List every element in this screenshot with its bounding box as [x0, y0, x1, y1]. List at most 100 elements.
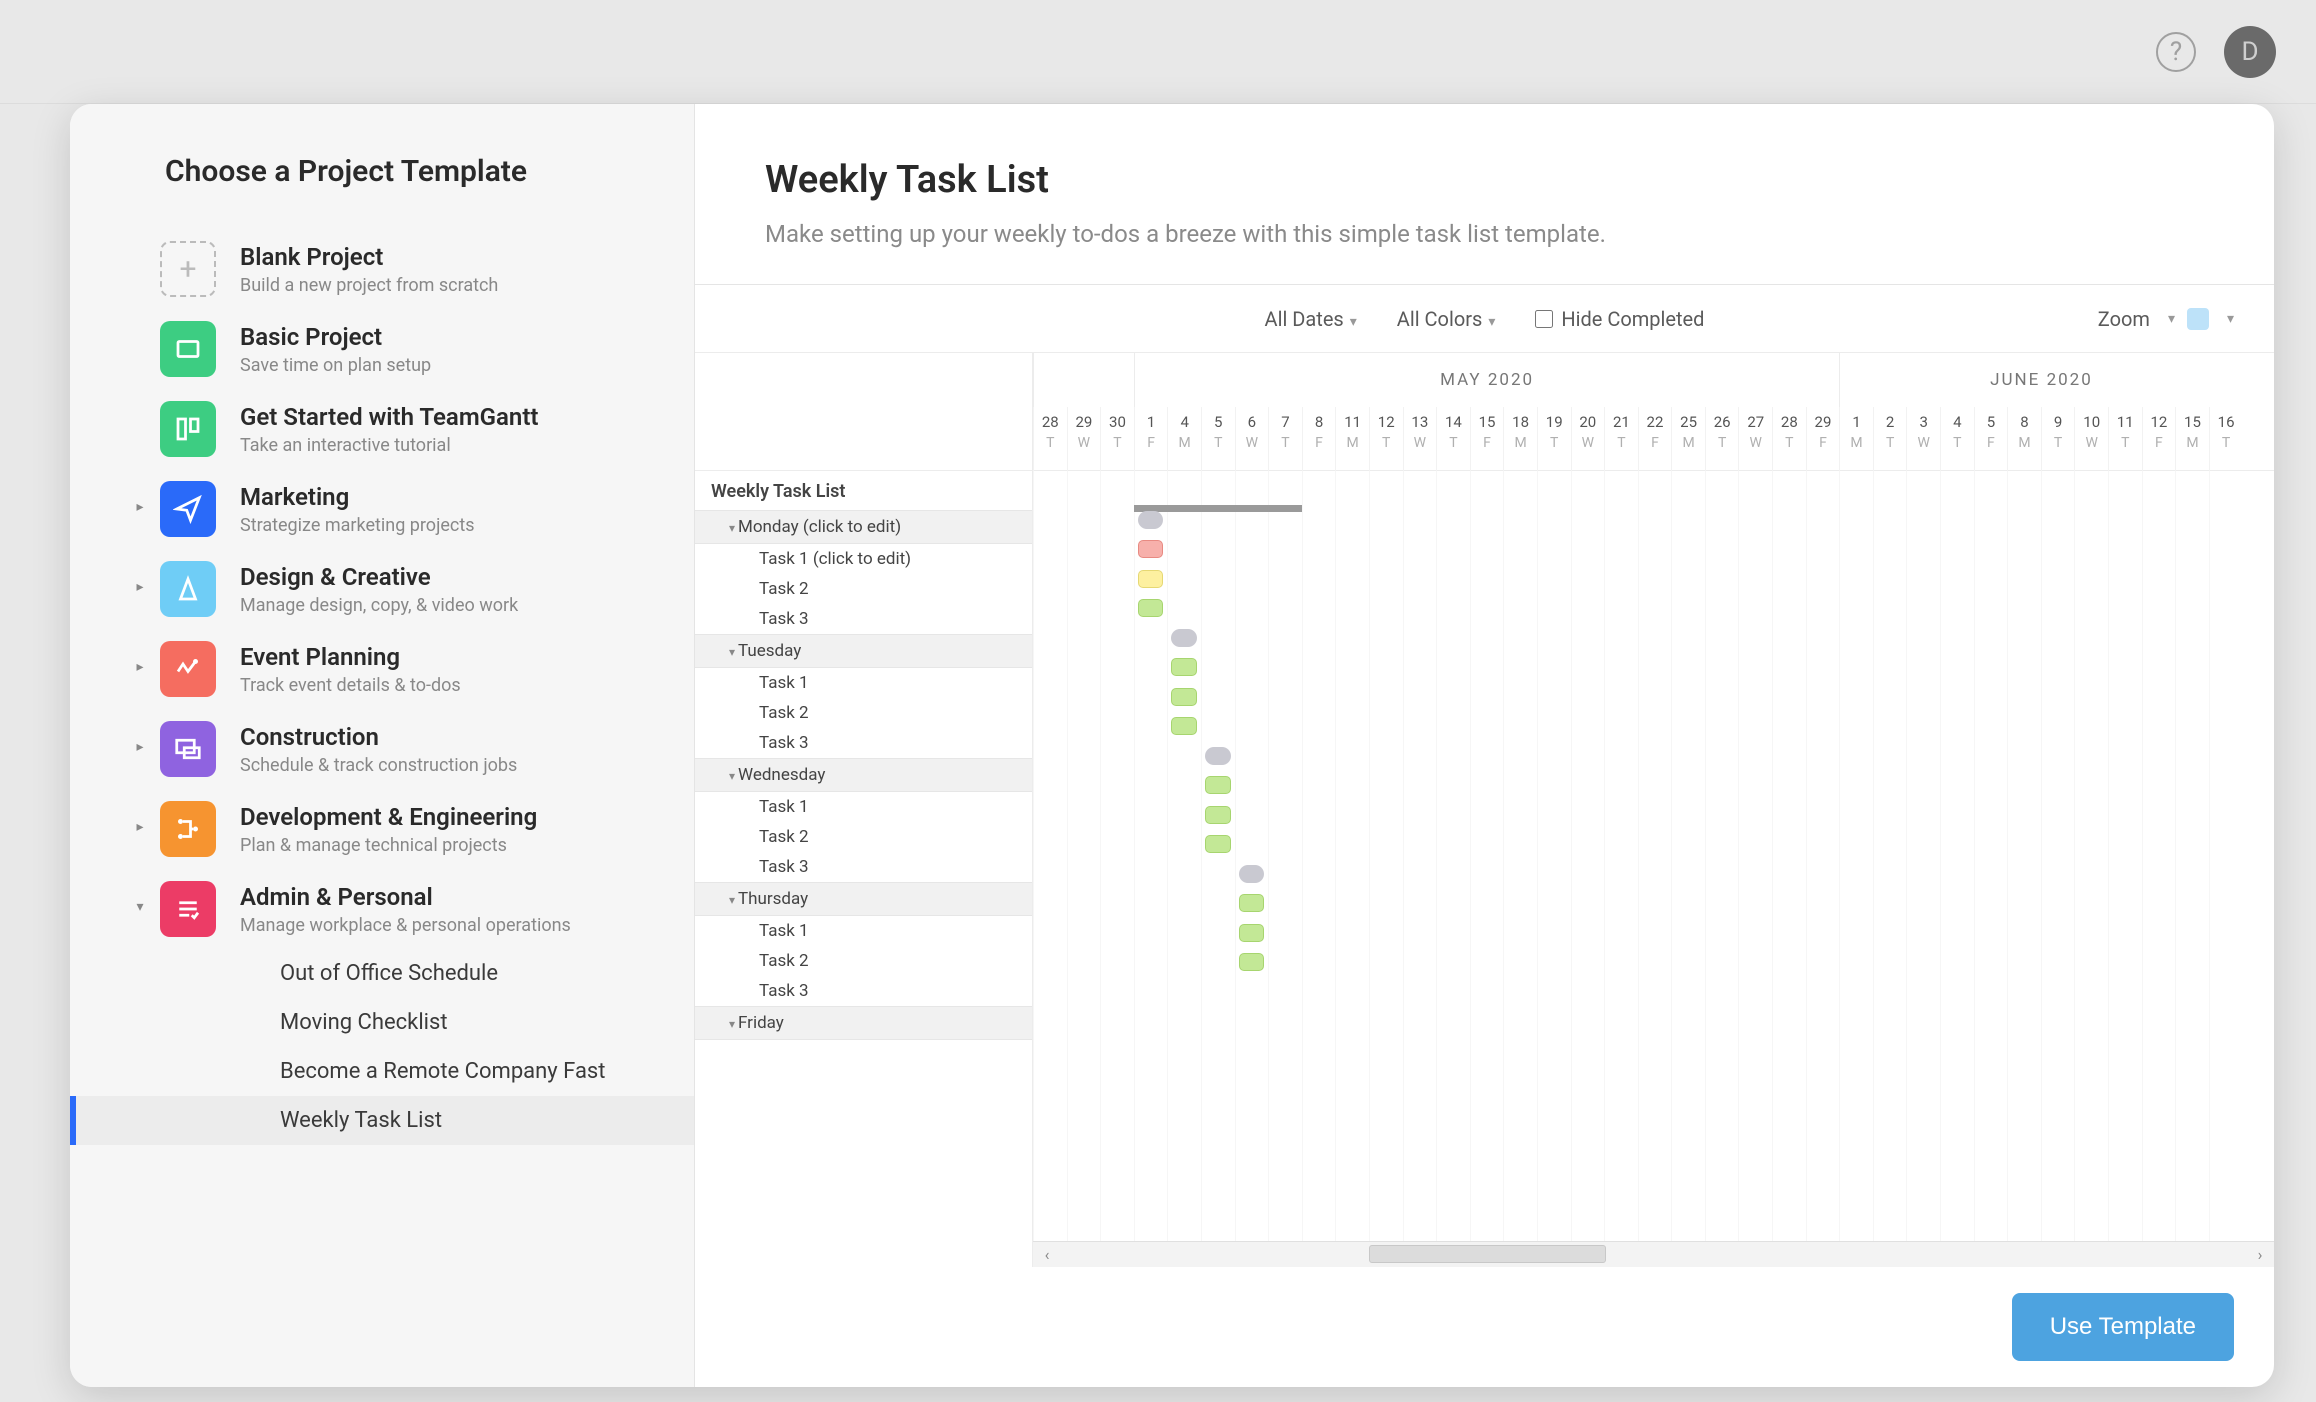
timeline-date: 25M [1671, 407, 1705, 471]
hide-completed-checkbox[interactable] [1535, 310, 1553, 328]
filter-all-colors[interactable]: All Colors▾ [1397, 307, 1496, 331]
gantt-task[interactable]: Task 1 (click to edit) [695, 544, 1032, 574]
gantt-task[interactable]: Task 2 [695, 574, 1032, 604]
timeline-date: 30T [1100, 407, 1134, 471]
scrollbar-thumb[interactable] [1369, 1245, 1606, 1263]
sidebar-category[interactable]: ▸Design & CreativeManage design, copy, &… [70, 549, 694, 629]
timeline-date: 14T [1436, 407, 1470, 471]
chevron-down-icon: ▾ [2227, 311, 2234, 327]
gantt-task[interactable]: Task 3 [695, 976, 1032, 1006]
category-desc: Save time on plan setup [240, 355, 431, 376]
template-description: Make setting up your weekly to-dos a bre… [765, 220, 2204, 248]
sidebar-category[interactable]: ▾Admin & PersonalManage workplace & pers… [70, 869, 694, 949]
category-name: Get Started with TeamGantt [240, 403, 538, 431]
topbar: ? D [0, 0, 2316, 104]
timeline-date: 29W [1067, 407, 1101, 471]
gantt-bar[interactable] [1205, 835, 1231, 853]
expand-icon: ▾ [120, 881, 160, 915]
timeline-date: 13W [1403, 407, 1437, 471]
sidebar-subitem[interactable]: Become a Remote Company Fast [70, 1047, 694, 1096]
category-name: Admin & Personal [240, 883, 571, 911]
gantt-group[interactable]: Friday [695, 1006, 1032, 1040]
timeline-date: 20W [1571, 407, 1605, 471]
timeline-date: 5T [1201, 407, 1235, 471]
horizontal-scrollbar[interactable]: ‹ › [1033, 1241, 2274, 1267]
sidebar-category[interactable]: ▸Development & EngineeringPlan & manage … [70, 789, 694, 869]
timeline-date: 11M [1335, 407, 1369, 471]
gantt-task[interactable]: Task 2 [695, 946, 1032, 976]
gantt-bar[interactable] [1171, 658, 1197, 676]
category-icon [160, 641, 216, 697]
template-modal: Choose a Project Template +Blank Project… [70, 104, 2274, 1387]
timeline-date: 1M [1839, 407, 1873, 471]
main-header: Weekly Task List Make setting up your we… [695, 104, 2274, 284]
gantt-task[interactable]: Task 3 [695, 728, 1032, 758]
gantt-bar[interactable] [1239, 953, 1265, 971]
scroll-left-icon[interactable]: ‹ [1033, 1245, 1061, 1264]
timeline-date: 3W [1906, 407, 1940, 471]
timeline-date: 8M [2007, 407, 2041, 471]
timeline-date: 15F [1470, 407, 1504, 471]
gantt-bar[interactable] [1239, 894, 1265, 912]
timeline-date: 19T [1537, 407, 1571, 471]
gantt-bar[interactable] [1138, 540, 1164, 558]
sidebar-subitem[interactable]: Weekly Task List [70, 1096, 694, 1145]
timeline-date: 26T [1705, 407, 1739, 471]
gantt-timeline: MAY 2020JUNE 2020 28T29W30T1F4M5T6W7T8F1… [1033, 353, 2274, 1267]
gantt-group[interactable]: Tuesday [695, 634, 1032, 668]
category-desc: Plan & manage technical projects [240, 835, 537, 856]
zoom-control[interactable]: Zoom▾ ▾ [2098, 307, 2234, 331]
timeline-date: 27W [1738, 407, 1772, 471]
gantt-bar[interactable] [1138, 599, 1164, 617]
scroll-right-icon[interactable]: › [2246, 1245, 2274, 1264]
gantt-bar[interactable] [1171, 629, 1197, 647]
gantt-chart: Weekly Task ListMonday (click to edit)Ta… [695, 353, 2274, 1267]
help-icon[interactable]: ? [2156, 32, 2196, 72]
gantt-task[interactable]: Task 1 [695, 668, 1032, 698]
category-name: Event Planning [240, 643, 461, 671]
gantt-group[interactable]: Monday (click to edit) [695, 510, 1032, 544]
category-desc: Build a new project from scratch [240, 275, 498, 296]
gantt-bar[interactable] [1171, 717, 1197, 735]
gantt-task[interactable]: Task 3 [695, 852, 1032, 882]
sidebar-category[interactable]: ▸Event PlanningTrack event details & to-… [70, 629, 694, 709]
sidebar-category[interactable]: Basic ProjectSave time on plan setup [70, 309, 694, 389]
gantt-bar[interactable] [1239, 865, 1265, 883]
gantt-root[interactable]: Weekly Task List [695, 471, 1032, 510]
timeline-date: 12F [2142, 407, 2176, 471]
filter-hide-completed[interactable]: Hide Completed [1535, 307, 1704, 331]
filter-all-dates[interactable]: All Dates▾ [1265, 307, 1357, 331]
timeline-date: 12T [1369, 407, 1403, 471]
gantt-bar[interactable] [1138, 570, 1164, 588]
gantt-task[interactable]: Task 1 [695, 916, 1032, 946]
gantt-task[interactable]: Task 2 [695, 822, 1032, 852]
timeline-date: 1F [1134, 407, 1168, 471]
gantt-bar[interactable] [1205, 747, 1231, 765]
gantt-bar[interactable] [1138, 511, 1164, 529]
gantt-bar[interactable] [1171, 688, 1197, 706]
gantt-bar[interactable] [1239, 924, 1265, 942]
gantt-group[interactable]: Wednesday [695, 758, 1032, 792]
gantt-task[interactable]: Task 1 [695, 792, 1032, 822]
category-icon [160, 801, 216, 857]
sidebar-category[interactable]: ▸ConstructionSchedule & track constructi… [70, 709, 694, 789]
use-template-button[interactable]: Use Template [2012, 1293, 2234, 1361]
sidebar-category[interactable]: Get Started with TeamGanttTake an intera… [70, 389, 694, 469]
timeline-date: 7T [1268, 407, 1302, 471]
timeline-header: MAY 2020JUNE 2020 28T29W30T1F4M5T6W7T8F1… [1033, 353, 2274, 471]
category-desc: Strategize marketing projects [240, 515, 475, 536]
sidebar-subitem[interactable]: Moving Checklist [70, 998, 694, 1047]
template-title: Weekly Task List [765, 158, 2204, 202]
gantt-group[interactable]: Thursday [695, 882, 1032, 916]
gantt-bar[interactable] [1205, 806, 1231, 824]
avatar[interactable]: D [2224, 26, 2276, 78]
gantt-task[interactable]: Task 2 [695, 698, 1032, 728]
sidebar-category[interactable]: ▸MarketingStrategize marketing projects [70, 469, 694, 549]
timeline-date: 4T [1940, 407, 1974, 471]
sidebar-subitem[interactable]: Out of Office Schedule [70, 949, 694, 998]
gantt-task[interactable]: Task 3 [695, 604, 1032, 634]
gantt-bar[interactable] [1205, 776, 1231, 794]
timeline-date: 18M [1503, 407, 1537, 471]
sidebar-category[interactable]: +Blank ProjectBuild a new project from s… [70, 229, 694, 309]
expand-icon: ▸ [120, 641, 160, 675]
